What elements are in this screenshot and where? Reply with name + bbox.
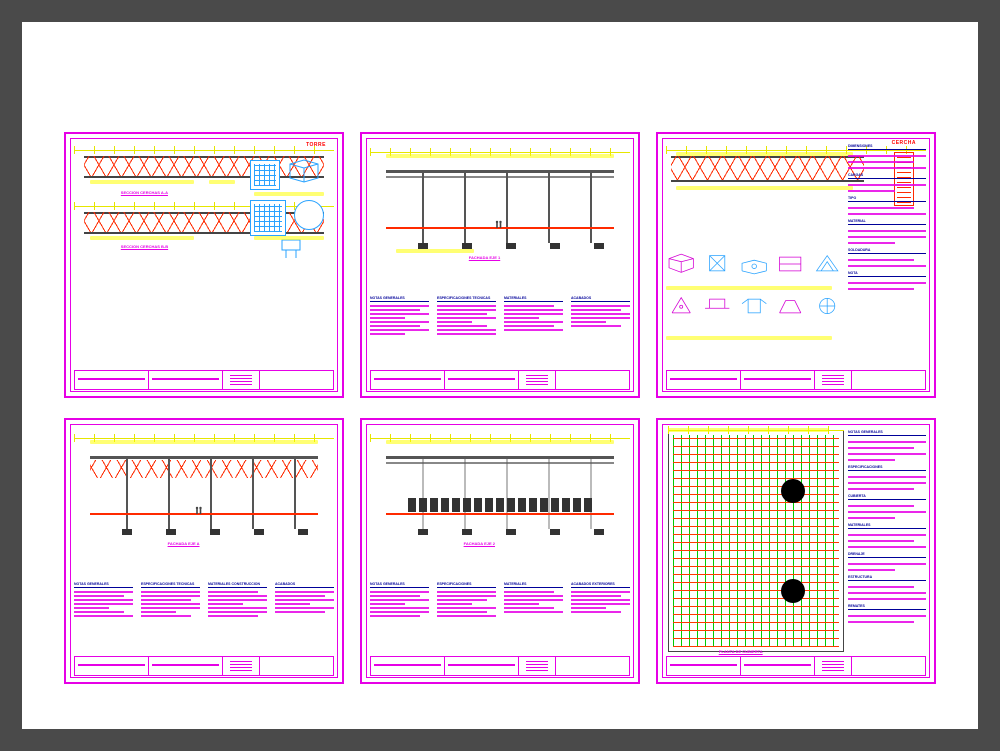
notes-header: ESPECIFICACIONES (848, 465, 926, 471)
drawing-area: SECCION CERCHAS A-A SECCION CERCHAS B-B (74, 142, 334, 320)
notes-header: REMATES (848, 604, 926, 610)
sheet-grid: TORRE SECCION CERCHAS A-A SECCION CERCHA… (64, 132, 936, 684)
detail-bracket-icon (276, 238, 306, 260)
truss-main (671, 156, 863, 182)
notes-header: ACABADOS (275, 582, 334, 588)
title-block (370, 370, 630, 390)
notes-header: NOTA (848, 271, 926, 277)
notes-header: MATERIALES (504, 582, 563, 588)
detail-iso-icon (775, 291, 805, 321)
section-label-a: SECCION CERCHAS A-A (121, 190, 168, 195)
roof-plan (668, 430, 844, 652)
detail-iso-icon (702, 291, 732, 321)
roof-opening (781, 479, 805, 503)
notes-header: MATERIALES (848, 523, 926, 529)
notes-header: ESPECIFICACIONES TECNICAS (141, 582, 200, 588)
drawing-area: FACHADA EJE 2 (370, 428, 630, 585)
facade-elevation (386, 456, 615, 528)
facade-label: FACHADA EJE 2 (464, 541, 495, 546)
people-icon (195, 503, 203, 513)
people-icon (495, 217, 503, 227)
sheet-1[interactable]: TORRE SECCION CERCHAS A-A SECCION CERCHA… (64, 132, 344, 398)
notes-header: MATERIALES CONSTRUCCION (208, 582, 267, 588)
notes-header: TIPO (848, 196, 926, 202)
side-notes: NOTAS GENERALES ESPECIFICACIONES CUBIERT… (848, 430, 926, 652)
page: TORRE SECCION CERCHAS A-A SECCION CERCHA… (22, 22, 978, 729)
window-band (408, 498, 591, 512)
notes-header: NOTAS GENERALES (74, 582, 133, 588)
detail-circle (294, 200, 324, 230)
detail-iso-icon (666, 291, 696, 321)
detail-iso-icon (812, 249, 842, 279)
detail-iso-icon (284, 154, 324, 184)
title-block (370, 656, 630, 676)
section-label-b: SECCION CERCHAS B-B (121, 244, 168, 249)
notes-header: SOLDADURA (848, 248, 926, 254)
facade-label: FACHADA EJE 1 (469, 255, 500, 260)
notes-header: DRENAJE (848, 552, 926, 558)
notes: NOTAS GENERALES ESPECIFICACIONES MATERIA… (370, 582, 630, 656)
notes: NOTAS GENERALES ESPECIFICACIONES TECNICA… (74, 582, 334, 656)
notes-header: ACABADOS (571, 296, 630, 302)
detail-grid (250, 200, 286, 236)
detail-row-2 (666, 291, 842, 331)
sheet-4[interactable]: FACHADA EJE A NOTAS GENERALES ESPECIFICA… (64, 418, 344, 684)
detail-row (666, 249, 842, 289)
side-notes: DIMENSIONES CARGAS TIPO MATERIAL SOLDADU… (848, 144, 926, 366)
roof-opening (781, 579, 805, 603)
notes-header: MATERIAL (848, 219, 926, 225)
detail-plan-1 (250, 160, 280, 190)
detail-iso-icon (775, 249, 805, 279)
sheet-3[interactable]: CERCHA (656, 132, 936, 398)
plan-label: PLANTA DE CUBIERTA (719, 649, 763, 654)
notes-header: NOTAS GENERALES (370, 582, 429, 588)
detail-iso-icon (666, 249, 696, 279)
sheet-2[interactable]: FACHADA EJE 1 NOTAS GENERALES ESPECIFICA… (360, 132, 640, 398)
sheet-5[interactable]: FACHADA EJE 2 NOTAS GENERALES ESPECIFICA… (360, 418, 640, 684)
truss-section-b (84, 212, 323, 234)
notes-header: CUBIERTA (848, 494, 926, 500)
sheet-6[interactable]: PLANTA DE CUBIERTA NOTAS GENERALES ESPEC… (656, 418, 936, 684)
facade-elevation (90, 456, 319, 528)
notes-header: CARGAS (848, 173, 926, 179)
drawing-area: FACHADA EJE 1 (370, 142, 630, 299)
notes-header: NOTAS GENERALES (370, 296, 429, 302)
facade-label: FACHADA EJE A (168, 541, 200, 546)
detail-iso-icon (702, 249, 732, 279)
detail-iso-icon (812, 291, 842, 321)
title-block (74, 370, 334, 390)
facade-elevation (386, 170, 615, 242)
notes-header: MATERIALES (504, 296, 563, 302)
detail-iso-icon (739, 291, 769, 321)
notes-header: ESTRUCTURA (848, 575, 926, 581)
notes-header: NOTAS GENERALES (848, 430, 926, 436)
notes-header: ACABADOS EXTERIORES (571, 582, 630, 588)
drawing-area: FACHADA EJE A (74, 428, 334, 585)
notes: NOTAS GENERALES ESPECIFICACIONES TECNICA… (370, 296, 630, 370)
notes-header: ESPECIFICACIONES (437, 582, 496, 588)
title-block (666, 370, 926, 390)
detail-iso-icon (739, 249, 769, 279)
notes-header: DIMENSIONES (848, 144, 926, 150)
notes-header: ESPECIFICACIONES TECNICAS (437, 296, 496, 302)
title-block (666, 656, 926, 676)
title-block (74, 656, 334, 676)
